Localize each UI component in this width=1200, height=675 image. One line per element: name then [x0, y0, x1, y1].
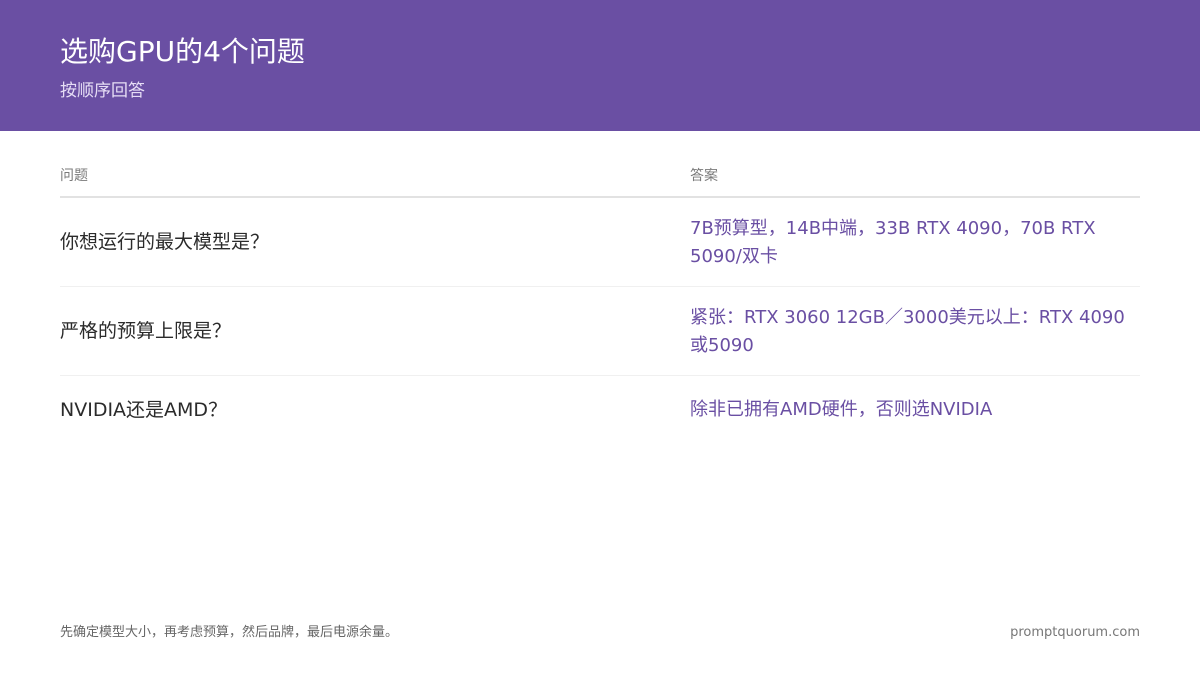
answer-cell: 除非已拥有AMD硬件，否则选NVIDIA [690, 399, 993, 420]
footer-site-link[interactable]: promptquorum.com [1010, 624, 1140, 642]
answer-cell: 紧张：RTX 3060 12GB／3000美元以上：RTX 4090或5090 [690, 307, 1125, 356]
qa-table: 问题 答案 你想运行的最大模型是？ 7B预算型，14B中端，33B RTX 40… [60, 160, 1140, 440]
footer-note: 先确定模型大小，再考虑预算，然后品牌，最后电源余量。 [60, 625, 399, 640]
header-banner: 选购GPU的4个问题 按顺序回答 [0, 0, 1200, 131]
question-cell: 严格的预算上限是？ [60, 320, 232, 342]
column-header-answer: 答案 [690, 168, 718, 184]
column-header-question: 问题 [60, 168, 88, 184]
answer-cell: 7B预算型，14B中端，33B RTX 4090，70B RTX 5090/双卡 [690, 218, 1096, 267]
table-header: 问题 答案 [60, 160, 1140, 198]
table-row: 严格的预算上限是？ 紧张：RTX 3060 12GB／3000美元以上：RTX … [60, 287, 1140, 376]
table-row: NVIDIA还是AMD？ 除非已拥有AMD硬件，否则选NVIDIA [60, 376, 1140, 440]
question-cell: 你想运行的最大模型是？ [60, 231, 270, 253]
page-subtitle: 按顺序回答 [60, 81, 145, 101]
page-title: 选购GPU的4个问题 [60, 35, 305, 68]
question-cell: NVIDIA还是AMD？ [60, 399, 228, 421]
table-row: 你想运行的最大模型是？ 7B预算型，14B中端，33B RTX 4090，70B… [60, 198, 1140, 287]
